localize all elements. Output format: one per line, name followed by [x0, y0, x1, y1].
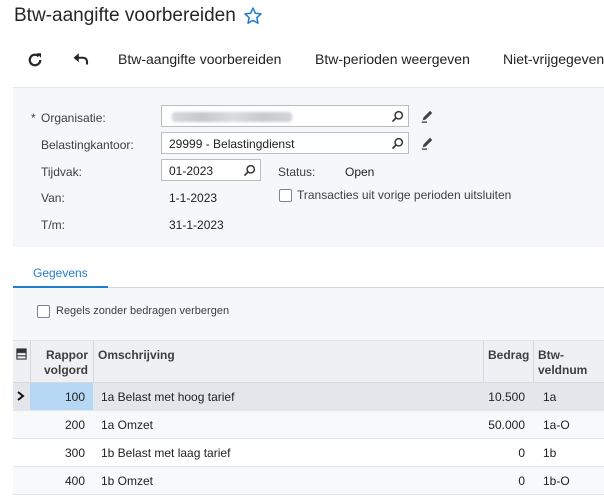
col-header-bedrag[interactable]: Bedrag	[483, 341, 533, 383]
tm-label: T/m:	[41, 218, 65, 232]
tijdvak-label: Tijdvak:	[41, 165, 82, 179]
search-icon[interactable]	[391, 110, 404, 123]
cell-rapport: 300	[64, 446, 85, 460]
cell-omschrijving: 1a Omzet	[101, 418, 154, 432]
unreleased-button[interactable]: Niet-vrijgegeven	[503, 51, 604, 67]
cell-veldnum: 1a	[543, 390, 557, 404]
cell-veldnum: 1b	[543, 446, 557, 460]
tab-bar: Gegevens	[13, 261, 604, 288]
col-header-omschrijving[interactable]: Omschrijving	[93, 341, 483, 383]
cell-omschrijving: 1a Belast met hoog tarief	[101, 390, 235, 404]
table-row[interactable]: 400 1b Omzet 0 1b-O	[13, 467, 604, 495]
cell-veldnum: 1a-O	[543, 418, 570, 432]
form-panel: * Organisatie: Belastingkantoor: 29999 -…	[13, 87, 604, 247]
van-value: 1-1-2023	[169, 191, 218, 205]
column-settings-icon[interactable]	[16, 348, 27, 360]
tab-gegevens-label: Gegevens	[33, 266, 88, 280]
col-header-veldnum[interactable]: Btw-veldnum	[533, 341, 599, 383]
status-label: Status:	[278, 165, 316, 179]
row-selector-arrow-icon	[17, 391, 25, 401]
table-row[interactable]: 100 1a Belast met hoog tarief 10.500 1a	[13, 383, 604, 411]
toolbar: Btw-aangifte voorbereiden Btw-perioden w…	[0, 41, 604, 79]
cell-rapport: 100	[64, 390, 85, 404]
belastingkantoor-value: 29999 - Belastingdienst	[169, 137, 295, 151]
edit-icon[interactable]	[420, 109, 434, 123]
exclude-previous-checkbox[interactable]	[279, 189, 292, 202]
redacted-value	[172, 112, 292, 122]
tm-value: 31-1-2023	[169, 218, 224, 232]
exclude-previous-label: Transacties uit vorige perioden uitsluit…	[297, 188, 512, 202]
show-vat-periods-button[interactable]: Btw-perioden weergeven	[315, 51, 470, 67]
hide-empty-rows-checkbox[interactable]	[37, 305, 50, 318]
organisatie-field[interactable]	[161, 105, 409, 127]
title-bar: Btw-aangifte voorbereiden	[0, 0, 604, 36]
tab-gegevens[interactable]: Gegevens	[13, 261, 108, 288]
cell-rapport: 200	[64, 418, 85, 432]
cell-omschrijving: 1b Belast met laag tarief	[101, 446, 231, 460]
required-mark: *	[31, 111, 36, 125]
table-row[interactable]: 200 1a Omzet 50.000 1a-O	[13, 411, 604, 439]
tijdvak-value: 01-2023	[169, 164, 214, 178]
hide-empty-rows-label: Regels zonder bedragen verbergen	[56, 305, 230, 317]
refresh-icon[interactable]	[26, 51, 44, 69]
status-value: Open	[345, 165, 375, 179]
cell-bedrag: 50.000	[488, 418, 525, 432]
cell-rapport: 400	[64, 474, 85, 488]
edit-icon[interactable]	[420, 136, 434, 150]
tijdvak-field[interactable]: 01-2023	[161, 159, 261, 181]
cell-bedrag: 0	[518, 446, 525, 460]
van-label: Van:	[41, 191, 65, 205]
search-icon[interactable]	[243, 164, 256, 177]
cell-veldnum: 1b-O	[543, 474, 570, 488]
undo-icon[interactable]	[72, 51, 90, 69]
cell-bedrag: 10.500	[488, 390, 525, 404]
organisatie-label: Organisatie:	[41, 111, 106, 125]
page-title: Btw-aangifte voorbereiden	[14, 5, 236, 26]
table-row[interactable]: 300 1b Belast met laag tarief 0 1b	[13, 439, 604, 467]
belastingkantoor-label: Belastingkantoor:	[41, 138, 134, 152]
cell-bedrag: 0	[518, 474, 525, 488]
search-icon[interactable]	[391, 137, 404, 150]
star-outline-icon[interactable]	[243, 6, 263, 26]
cell-omschrijving: 1b Omzet	[101, 474, 154, 488]
col-header-rapport[interactable]: Rappor volgord	[30, 341, 93, 383]
belastingkantoor-field[interactable]: 29999 - Belastingdienst	[161, 132, 409, 154]
grid-header: Rappor volgord Omschrijving Bedrag Btw-v…	[13, 341, 604, 383]
prepare-vat-button[interactable]: Btw-aangifte voorbereiden	[118, 51, 281, 67]
grid-filter-bar: Regels zonder bedragen verbergen	[13, 288, 604, 341]
